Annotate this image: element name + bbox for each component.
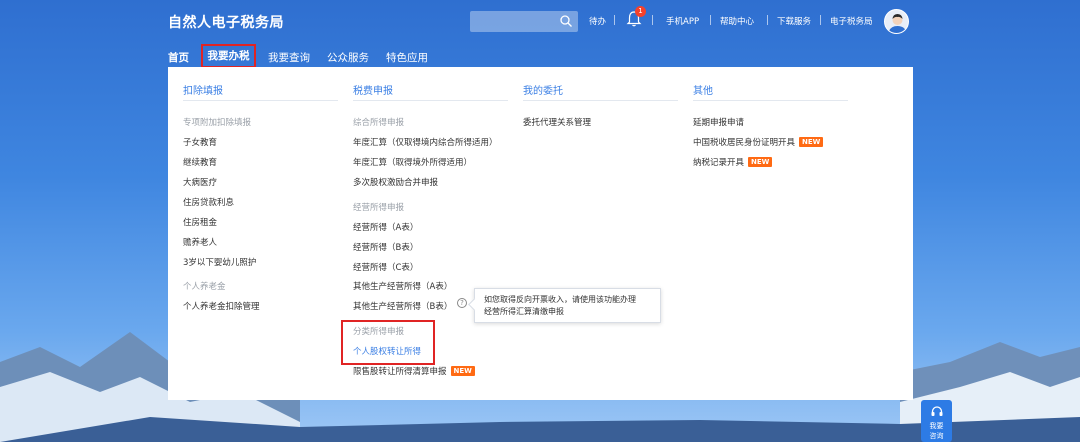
nav-tax-handling[interactable]: 我要办税 <box>201 44 256 68</box>
divider <box>693 100 848 101</box>
divider <box>183 100 338 101</box>
menu-item-label: 中国税收居民身份证明开具 <box>693 138 796 148</box>
divider <box>767 15 768 25</box>
column-title-other: 其他 <box>693 86 713 97</box>
menu-item[interactable]: 限售股转让所得清算申报 NEW <box>353 365 475 377</box>
column-title-deduction: 扣除填报 <box>183 86 223 97</box>
menu-item[interactable]: 住房贷款利息 <box>183 196 234 208</box>
new-badge: NEW <box>748 157 773 167</box>
top-header: 自然人电子税务局 待办 1 手机APP 帮助中心 下载服务 电子税务局 <box>0 0 1080 44</box>
avatar[interactable] <box>884 9 909 34</box>
search-input[interactable] <box>470 11 578 32</box>
tooltip-line: 经营所得汇算清缴申报 <box>484 307 564 316</box>
tooltip-line: 如您取得反向开票收入，请使用该功能办理 <box>484 295 636 304</box>
nav-featured-apps[interactable]: 特色应用 <box>386 50 428 65</box>
menu-item-label: 限售股转让所得清算申报 <box>353 367 447 377</box>
menu-item[interactable]: 个人养老金扣除管理 <box>183 300 260 312</box>
menu-item[interactable]: 中国税收居民身份证明开具 NEW <box>693 136 824 148</box>
headset-icon <box>931 406 942 416</box>
group-label: 综合所得申报 <box>353 118 405 128</box>
menu-item[interactable]: 继续教育 <box>183 156 217 168</box>
new-badge: NEW <box>450 366 475 376</box>
menu-item[interactable]: 其他生产经营所得（A表） <box>353 280 452 292</box>
menu-item[interactable]: 延期申报申请 <box>693 116 744 128</box>
menu-item[interactable]: 3岁以下婴幼儿照护 <box>183 256 256 268</box>
menu-item[interactable]: 赡养老人 <box>183 236 217 248</box>
site-title: 自然人电子税务局 <box>168 15 284 31</box>
new-badge: NEW <box>799 137 824 147</box>
user-avatar-icon <box>888 14 907 33</box>
menu-item-equity-transfer[interactable]: 个人股权转让所得 <box>353 345 421 357</box>
notification-badge: 1 <box>635 6 646 17</box>
download-link[interactable]: 下载服务 <box>777 15 811 27</box>
menu-item[interactable]: 子女教育 <box>183 136 217 148</box>
consult-button[interactable]: 我要 咨询 <box>921 400 952 442</box>
group-label: 分类所得申报 <box>353 327 405 337</box>
menu-item[interactable]: 经营所得（B表） <box>353 241 418 253</box>
tooltip: 如您取得反向开票收入，请使用该功能办理 经营所得汇算清缴申报 <box>474 288 661 323</box>
menu-item-label: 纳税记录开具 <box>693 158 745 168</box>
menu-item[interactable]: 委托代理关系管理 <box>523 116 591 128</box>
divider <box>652 15 653 25</box>
menu-item[interactable]: 年度汇算（仅取得境内综合所得适用） <box>353 136 498 148</box>
help-icon[interactable]: ? <box>457 298 467 308</box>
menu-item[interactable]: 大病医疗 <box>183 176 217 188</box>
dropdown-menu-panel: 扣除填报 专项附加扣除填报 子女教育 继续教育 大病医疗 住房贷款利息 住房租金… <box>168 67 913 400</box>
e-tax-bureau-link[interactable]: 电子税务局 <box>830 15 873 27</box>
nav-home[interactable]: 首页 <box>168 50 189 65</box>
menu-item[interactable]: 年度汇算（取得境外所得适用） <box>353 156 472 168</box>
mobile-app-link[interactable]: 手机APP <box>666 15 699 27</box>
nav-tax-handling-label: 我要办税 <box>207 50 250 62</box>
menu-item[interactable]: 多次股权激励合并申报 <box>353 176 438 188</box>
nav-public-service[interactable]: 公众服务 <box>327 50 369 65</box>
consult-label: 我要 <box>929 422 944 430</box>
group-label: 专项附加扣除填报 <box>183 118 252 128</box>
divider <box>614 15 615 25</box>
menu-item[interactable]: 经营所得（C表） <box>353 261 418 273</box>
menu-item[interactable]: 经营所得（A表） <box>353 221 418 233</box>
nav-query[interactable]: 我要查询 <box>268 50 310 65</box>
divider <box>820 15 821 25</box>
help-center-link[interactable]: 帮助中心 <box>720 15 754 27</box>
search-icon[interactable] <box>559 14 573 28</box>
divider <box>710 15 711 25</box>
menu-item[interactable]: 住房租金 <box>183 216 217 228</box>
divider <box>353 100 508 101</box>
group-label: 经营所得申报 <box>353 203 405 213</box>
group-label: 个人养老金 <box>183 282 226 292</box>
divider <box>523 100 678 101</box>
consult-label: 咨询 <box>929 432 944 440</box>
menu-item[interactable]: 纳税记录开具 NEW <box>693 156 773 168</box>
menu-item[interactable]: 其他生产经营所得（B表） <box>353 300 452 312</box>
column-title-tax-filing: 税费申报 <box>353 86 393 97</box>
todo-link[interactable]: 待办 <box>589 15 606 27</box>
column-title-entrust: 我的委托 <box>523 86 563 97</box>
